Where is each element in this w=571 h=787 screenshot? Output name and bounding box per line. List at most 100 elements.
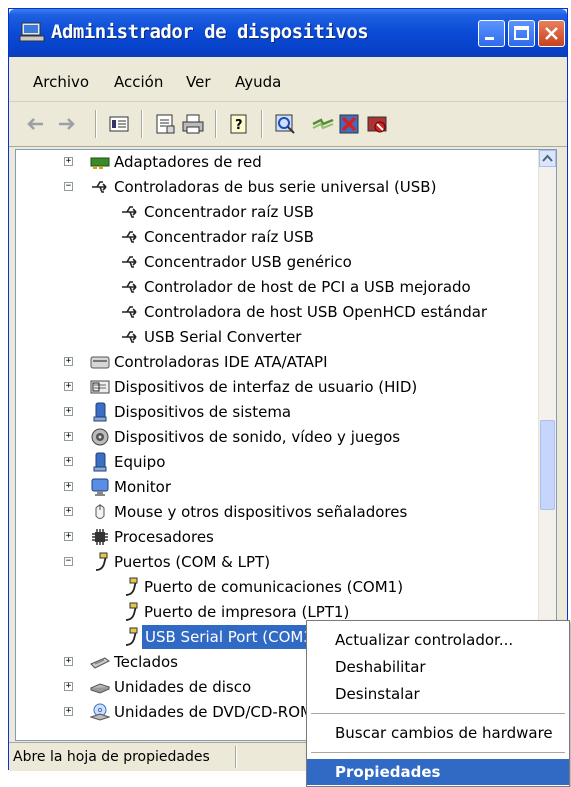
menu-item-disable[interactable]: Deshabilitar xyxy=(307,654,569,680)
window-title: Administrador de dispositivos xyxy=(51,21,369,43)
tree-item-usb-child[interactable]: USB Serial Converter xyxy=(16,325,536,349)
scan-hardware-icon[interactable] xyxy=(273,112,297,136)
expand-icon[interactable]: + xyxy=(64,407,73,416)
toolbar-separator xyxy=(95,110,97,138)
speaker-icon xyxy=(91,428,109,446)
tree-label: Unidades de disco xyxy=(114,678,252,696)
tree-item-usb-child[interactable]: Controladora de host USB OpenHCD estánda… xyxy=(16,300,536,324)
menu-ver[interactable]: Ver xyxy=(186,73,211,91)
svg-text:?: ? xyxy=(235,118,243,133)
tree-label: Concentrador raíz USB xyxy=(144,228,314,246)
uninstall-device-icon[interactable] xyxy=(365,112,389,136)
title-bar[interactable]: Administrador de dispositivos xyxy=(9,9,567,57)
forward-arrow-icon[interactable] xyxy=(55,112,79,136)
hid-device-icon xyxy=(90,380,110,394)
monitor-icon xyxy=(91,478,109,496)
menu-item-update-driver[interactable]: Actualizar controlador... xyxy=(307,627,569,653)
port-icon xyxy=(95,552,108,571)
port-icon xyxy=(125,602,138,621)
expand-icon[interactable]: + xyxy=(64,457,73,466)
menu-item-properties[interactable]: Propiedades xyxy=(307,759,569,785)
scroll-thumb[interactable] xyxy=(540,420,555,510)
expand-icon[interactable]: + xyxy=(64,432,73,441)
usb-icon xyxy=(122,281,137,293)
tree-item-usb-controllers[interactable]: − Controladoras de bus serie universal (… xyxy=(16,175,536,199)
collapse-icon[interactable]: − xyxy=(64,182,73,191)
tree-label: Adaptadores de red xyxy=(114,153,262,171)
expand-icon[interactable]: + xyxy=(64,357,73,366)
toolbar-separator xyxy=(141,110,143,138)
tree-item-ide[interactable]: + Controladoras IDE ATA/ATAPI xyxy=(16,350,536,374)
port-icon xyxy=(125,577,138,596)
expand-icon[interactable]: + xyxy=(64,707,73,716)
print-icon[interactable] xyxy=(181,112,205,136)
usb-icon xyxy=(122,331,137,343)
tree-label: Dispositivos de sonido, vídeo y juegos xyxy=(114,428,401,446)
collapse-icon[interactable]: − xyxy=(64,557,73,566)
tree-label: Monitor xyxy=(114,478,172,496)
tree-item-processors[interactable]: + Procesadores xyxy=(16,525,536,549)
menu-ayuda[interactable]: Ayuda xyxy=(235,73,281,91)
usb-icon xyxy=(92,181,107,193)
port-icon xyxy=(125,627,138,646)
expand-icon[interactable]: + xyxy=(64,507,73,516)
expand-icon[interactable]: + xyxy=(64,382,73,391)
minimize-button[interactable] xyxy=(478,20,505,47)
tree-label: Controladora de host USB OpenHCD estánda… xyxy=(144,303,488,321)
ide-controller-icon xyxy=(90,356,110,369)
tree-item-system[interactable]: + Dispositivos de sistema xyxy=(16,400,536,424)
properties-icon[interactable] xyxy=(153,112,177,136)
tree-item-hid[interactable]: + Dispositivos de interfaz de usuario (H… xyxy=(16,375,536,399)
menu-bar: Archivo Acción Ver Ayuda xyxy=(9,57,567,102)
tree-label: Controlador de host de PCI a USB mejorad… xyxy=(144,278,471,296)
computer-icon xyxy=(19,22,45,42)
disk-drive-icon xyxy=(90,683,110,694)
expand-icon[interactable]: + xyxy=(64,532,73,541)
mouse-icon xyxy=(95,504,105,519)
close-button[interactable] xyxy=(538,20,565,47)
update-driver-icon[interactable] xyxy=(311,112,335,136)
scroll-up-button[interactable] xyxy=(539,150,556,167)
menu-separator xyxy=(311,713,565,714)
tree-item-mouse[interactable]: + Mouse y otros dispositivos señaladores xyxy=(16,500,536,524)
tree-label: Concentrador raíz USB xyxy=(144,203,314,221)
back-arrow-icon[interactable] xyxy=(23,112,47,136)
expand-icon[interactable]: + xyxy=(64,682,73,691)
keyboard-icon xyxy=(90,657,110,669)
expand-icon[interactable]: + xyxy=(64,157,73,166)
dvd-drive-icon xyxy=(90,703,110,721)
disable-device-icon[interactable] xyxy=(337,112,361,136)
expand-icon[interactable]: + xyxy=(64,657,73,666)
expand-icon[interactable]: + xyxy=(64,482,73,491)
tree-item-usb-child[interactable]: Concentrador USB genérico xyxy=(16,250,536,274)
chevron-up-icon xyxy=(542,154,553,162)
menu-item-scan-hardware[interactable]: Buscar cambios de hardware xyxy=(307,720,569,746)
tree-item-adapters[interactable]: + Adaptadores de red xyxy=(16,150,536,174)
tree-item-sound[interactable]: + Dispositivos de sonido, vídeo y juegos xyxy=(16,425,536,449)
toolbar-separator xyxy=(261,110,263,138)
usb-icon xyxy=(122,206,137,218)
tree-item-usb-child[interactable]: Concentrador raíz USB xyxy=(16,225,536,249)
menu-accion[interactable]: Acción xyxy=(114,73,163,91)
tree-label: Dispositivos de interfaz de usuario (HID… xyxy=(114,378,418,396)
menu-archivo[interactable]: Archivo xyxy=(33,73,89,91)
tree-item-usb-child[interactable]: Concentrador raíz USB xyxy=(16,200,536,224)
show-hide-tree-icon[interactable] xyxy=(107,112,131,136)
computer-icon xyxy=(93,452,107,472)
tree-label-selected: USB Serial Port (COM3) xyxy=(142,625,322,649)
tree-label: Puerto de comunicaciones (COM1) xyxy=(144,578,404,596)
menu-item-uninstall[interactable]: Desinstalar xyxy=(307,681,569,707)
help-icon[interactable]: ? xyxy=(227,112,251,136)
tree-label: Dispositivos de sistema xyxy=(114,403,292,421)
close-icon xyxy=(545,27,558,40)
toolbar: ? xyxy=(9,102,567,147)
tree-item-monitor[interactable]: + Monitor xyxy=(16,475,536,499)
maximize-button[interactable] xyxy=(508,20,535,47)
tree-item-computer[interactable]: + Equipo xyxy=(16,450,536,474)
tree-item-usb-child[interactable]: Controlador de host de PCI a USB mejorad… xyxy=(16,275,536,299)
tree-label: Controladoras de bus serie universal (US… xyxy=(114,178,437,196)
tree-item-port-com1[interactable]: Puerto de comunicaciones (COM1) xyxy=(16,575,536,599)
menu-separator xyxy=(311,752,565,753)
minimize-icon xyxy=(485,37,494,40)
tree-item-ports[interactable]: − Puertos (COM & LPT) xyxy=(16,550,536,574)
